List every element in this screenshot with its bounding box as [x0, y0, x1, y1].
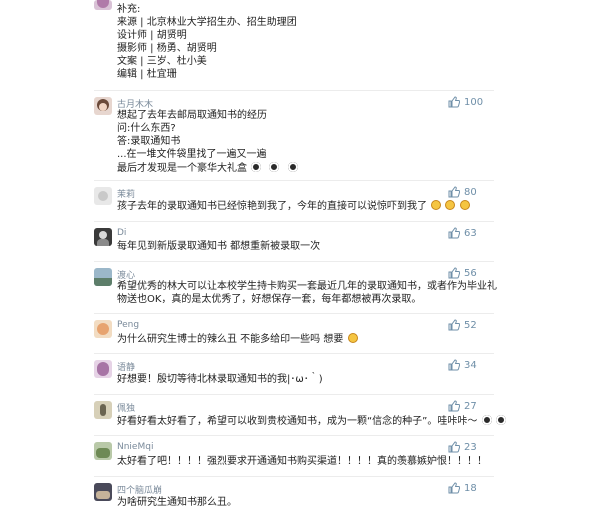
thumbs-up-icon	[448, 267, 460, 279]
like-count: 63	[464, 227, 477, 239]
divider	[94, 180, 494, 181]
like-count: 56	[464, 267, 477, 279]
comment-text: 编辑 | 杜宜珊	[117, 69, 177, 80]
comment-text: 最后才发现是一个豪华大礼盒	[117, 162, 298, 175]
comment-text: 补充:	[117, 4, 141, 15]
thumbs-up-icon	[448, 359, 460, 371]
username[interactable]: 古月木木	[117, 97, 153, 110]
avatar[interactable]	[94, 483, 112, 501]
comment-text: ...在一堆文件袋里找了一遍又一遍	[117, 149, 267, 160]
thumbs-up-icon	[448, 96, 460, 108]
thumbs-up-icon	[448, 186, 460, 198]
like-count: 100	[464, 96, 484, 108]
username[interactable]: NnieMqi	[117, 442, 153, 452]
divider	[94, 476, 494, 477]
avatar[interactable]	[94, 320, 112, 338]
avatar[interactable]	[94, 360, 112, 378]
person-avatar-icon	[99, 231, 107, 239]
comment-text: 太好看了吧！！！！强烈要求开通通知书购买渠道！！！！真的羡慕嫉妒恨！！！！	[117, 456, 487, 467]
laughing-emoji-icon	[347, 333, 358, 343]
comment-text-segment: 最后才发现是一个豪华大礼盒	[117, 163, 247, 174]
anime-avatar-icon	[97, 0, 109, 8]
comment-text: 答:录取通知书	[117, 136, 181, 147]
like-count: 52	[464, 319, 477, 331]
divider	[94, 90, 494, 91]
thumbs-up-icon	[448, 319, 460, 331]
grimace-emoji-icon	[481, 415, 492, 425]
like-count: 23	[464, 441, 477, 453]
username[interactable]: 渡心	[117, 268, 135, 281]
grimace-emoji-icon	[251, 162, 262, 172]
like-count: 34	[464, 359, 477, 371]
grimace-emoji-icon	[287, 162, 298, 172]
avatar[interactable]	[94, 442, 112, 460]
comment-text: 为什么研究生博士的辣么丑 不能多给印一些吗 想要	[117, 333, 358, 346]
avatar[interactable]	[94, 97, 112, 115]
laughing-emoji-icon	[445, 200, 456, 210]
like-count: 18	[464, 482, 477, 494]
avatar[interactable]	[94, 0, 112, 10]
comment-text: 好想要！殷切等待北林录取通知书的我|･ω･｀)	[117, 374, 323, 385]
thumbs-up-icon	[448, 441, 460, 453]
username[interactable]: Peng	[117, 320, 139, 330]
avatar[interactable]	[94, 268, 112, 286]
divider	[94, 221, 494, 222]
laughing-emoji-icon	[431, 200, 442, 210]
divider	[94, 261, 494, 262]
like-button[interactable]: 56	[448, 267, 477, 279]
comment-text: 为啥研究生通知书那么丑。	[117, 497, 237, 508]
comment-text-segment: 为什么研究生博士的辣么丑 不能多给印一些吗 想要	[117, 334, 344, 345]
thumbs-up-icon	[448, 400, 460, 412]
avatar[interactable]	[94, 401, 112, 419]
comment-text: 问:什么东西?	[117, 123, 176, 134]
like-count: 80	[464, 186, 477, 198]
like-button[interactable]: 52	[448, 319, 477, 331]
comment-text: 孩子去年的录取通知书已经惊艳到我了，今年的直接可以说惊吓到我了	[117, 200, 470, 213]
comment-text: 物送也OK，真的是太优秀了，好想保存一套，每年都想被再次录取。	[117, 294, 422, 305]
username[interactable]: Di	[117, 228, 126, 238]
like-button[interactable]: 63	[448, 227, 477, 239]
grimace-emoji-icon	[495, 415, 506, 425]
comment-text: 文案 | 三岁、杜小美	[117, 56, 207, 67]
landscape-avatar-icon	[94, 278, 112, 286]
avatar[interactable]	[94, 187, 112, 205]
username[interactable]: 四个脑瓜崩	[117, 483, 162, 496]
like-button[interactable]: 34	[448, 359, 477, 371]
laughing-emoji-icon	[459, 200, 470, 210]
flower-avatar-icon	[98, 191, 108, 201]
divider	[94, 353, 494, 354]
comment-text: 好看好看太好看了，希望可以收到贵校通知书，成为一颗“信念的种子”。哇咔咔～	[117, 415, 506, 428]
comment-text: 希望优秀的林大可以让本校学生持卡购买一套最近几年的录取通知书，或者作为毕业礼	[117, 281, 497, 292]
comment-feed: 补充: 来源 | 北京林业大学招生办、招生助理团 设计师 | 胡贤明 摄影师 |…	[0, 0, 600, 520]
comment-text: 来源 | 北京林业大学招生办、招生助理团	[117, 17, 297, 28]
comment-text-segment: 孩子去年的录取通知书已经惊艳到我了，今年的直接可以说惊吓到我了	[117, 201, 427, 212]
anime-avatar-icon	[97, 362, 109, 376]
like-button[interactable]: 18	[448, 482, 477, 494]
cartoon-avatar-icon	[97, 323, 109, 335]
comment-text-segment: 好看好看太好看了，希望可以收到贵校通知书，成为一颗“信念的种子”。哇咔咔～	[117, 416, 478, 427]
thumbs-up-icon	[448, 482, 460, 494]
like-button[interactable]: 23	[448, 441, 477, 453]
comment-text: 摄影师 | 杨勇、胡贤明	[117, 43, 217, 54]
avatar[interactable]	[94, 228, 112, 246]
divider	[94, 313, 494, 314]
grimace-emoji-icon	[269, 162, 280, 172]
like-button[interactable]: 80	[448, 186, 477, 198]
divider	[94, 394, 494, 395]
like-count: 27	[464, 400, 477, 412]
nature-avatar-icon	[96, 448, 110, 458]
like-button[interactable]: 100	[448, 96, 483, 108]
comment-text: 设计师 | 胡贤明	[117, 30, 187, 41]
username[interactable]: 语静	[117, 360, 135, 373]
username[interactable]: 佩独	[117, 401, 135, 414]
group-avatar-icon	[96, 491, 110, 499]
thumbs-up-icon	[448, 227, 460, 239]
comment-text: 想起了去年去邮局取通知书的经历	[117, 110, 267, 121]
divider	[94, 435, 494, 436]
username[interactable]: 茉莉	[117, 187, 135, 200]
like-button[interactable]: 27	[448, 400, 477, 412]
comment-text: 每年见到新版录取通知书 都想重新被录取一次	[117, 241, 321, 252]
figure-avatar-icon	[100, 404, 106, 416]
